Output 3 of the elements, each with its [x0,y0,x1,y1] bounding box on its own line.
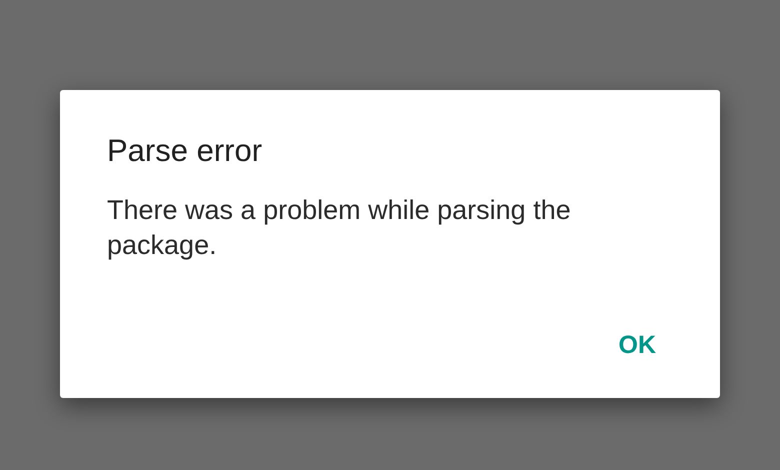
dialog-message: There was a problem while parsing the package. [107,194,572,262]
ok-button[interactable]: OK [598,322,676,368]
dialog-title: Parse error [107,132,264,170]
